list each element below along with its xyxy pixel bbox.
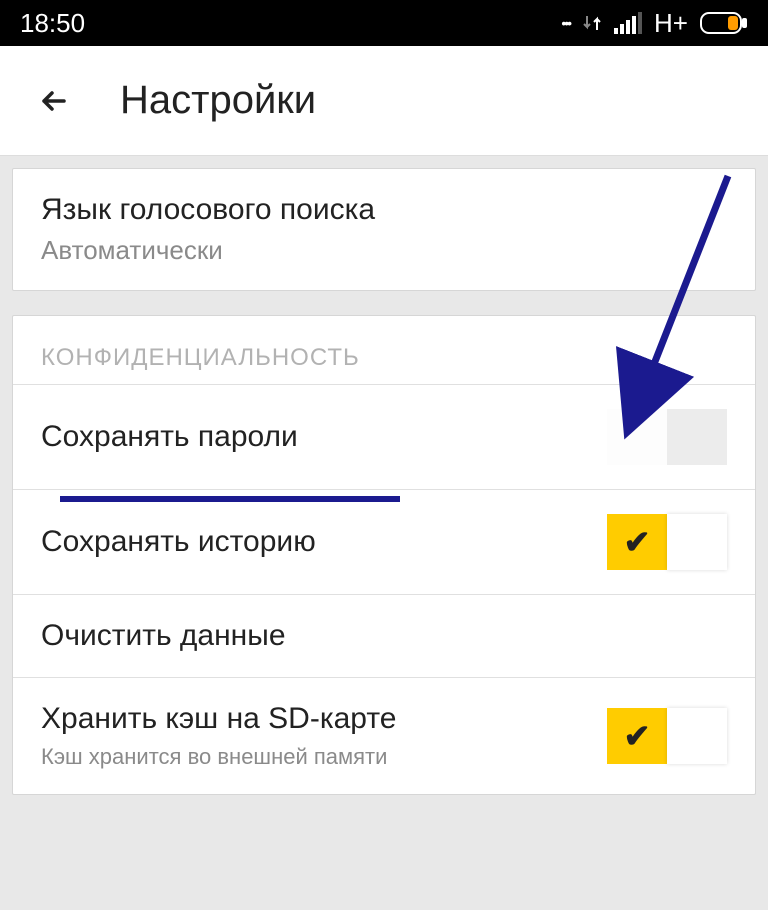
setting-cache-sd[interactable]: Хранить кэш на SD-карте Кэш хранится во … xyxy=(13,678,755,794)
clear-data-title: Очистить данные xyxy=(41,619,727,653)
status-bar: 18:50 ••• H+ xyxy=(0,0,768,46)
setting-voice-search-language[interactable]: Язык голосового поиска Автоматически xyxy=(13,169,755,290)
setting-save-passwords[interactable]: Сохранять пароли xyxy=(13,385,755,490)
app-bar: Настройки xyxy=(0,46,768,156)
status-time: 18:50 xyxy=(20,8,85,39)
annotation-underline xyxy=(60,496,400,502)
toggle-cache-sd[interactable]: ✔ xyxy=(607,708,727,764)
toggle-save-passwords[interactable] xyxy=(607,409,727,465)
setting-clear-data[interactable]: Очистить данные xyxy=(13,595,755,678)
save-history-title: Сохранять историю xyxy=(41,525,587,559)
card-voice-search: Язык голосового поиска Автоматически xyxy=(12,168,756,291)
status-indicators: ••• H+ xyxy=(561,8,748,39)
page-title: Настройки xyxy=(120,78,316,123)
settings-content: Язык голосового поиска Автоматически КОН… xyxy=(0,156,768,795)
voice-search-value: Автоматически xyxy=(41,235,727,266)
network-type: H+ xyxy=(654,8,688,39)
card-privacy: КОНФИДЕНЦИАЛЬНОСТЬ Сохранять пароли Сохр… xyxy=(12,315,756,795)
toggle-save-history[interactable]: ✔ xyxy=(607,514,727,570)
checkmark-icon: ✔ xyxy=(624,717,651,755)
voice-search-title: Язык голосового поиска xyxy=(41,193,727,227)
cache-sd-title: Хранить кэш на SD-карте xyxy=(41,702,587,736)
more-icon: ••• xyxy=(561,15,570,31)
signal-icon xyxy=(614,12,642,34)
section-header-privacy: КОНФИДЕНЦИАЛЬНОСТЬ xyxy=(13,316,755,385)
checkmark-icon: ✔ xyxy=(624,523,651,561)
battery-icon xyxy=(700,12,748,34)
setting-save-history[interactable]: Сохранять историю ✔ xyxy=(13,490,755,595)
data-arrows-icon xyxy=(582,13,602,33)
cache-sd-subtitle: Кэш хранится во внешней памяти xyxy=(41,744,587,770)
save-passwords-title: Сохранять пароли xyxy=(41,420,587,454)
back-button[interactable] xyxy=(36,83,72,119)
